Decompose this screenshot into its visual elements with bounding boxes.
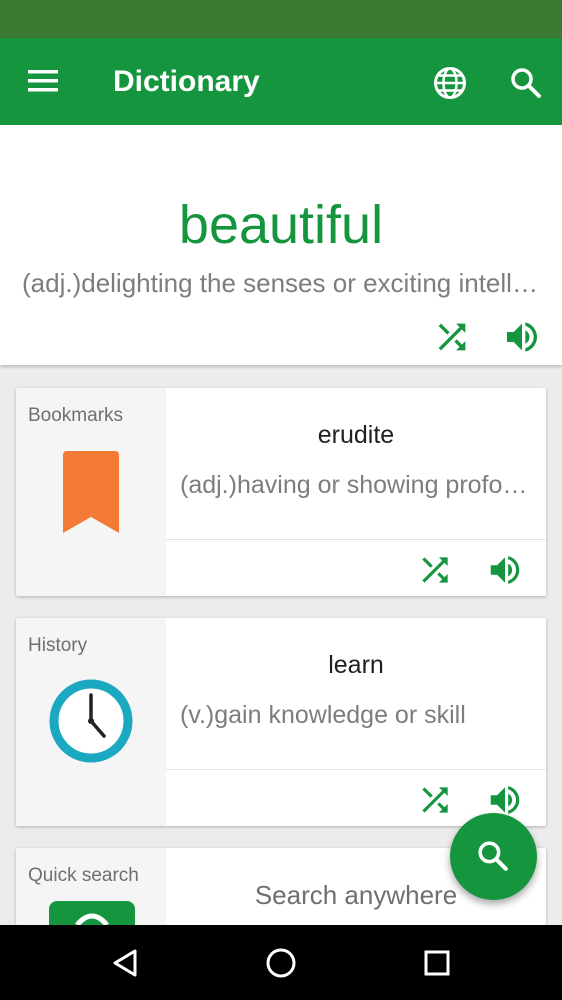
- system-nav-bar: [0, 925, 562, 1000]
- app-bar: Dictionary: [0, 38, 562, 125]
- search-fab[interactable]: [450, 813, 537, 900]
- search-button[interactable]: [506, 63, 546, 103]
- speaker-icon: [490, 556, 520, 584]
- bookmark-icon: [63, 451, 119, 533]
- bookmarks-entry[interactable]: erudite (adj.)having or showing profound…: [166, 388, 546, 596]
- language-button[interactable]: [430, 63, 470, 103]
- history-entry[interactable]: learn (v.)gain knowledge or skill: [166, 618, 546, 826]
- word-of-the-day-card[interactable]: beautiful (adj.)delighting the senses or…: [0, 125, 562, 365]
- history-card[interactable]: History learn (v.)gain knowledge or skil…: [16, 618, 546, 826]
- bookmarks-card[interactable]: Bookmarks erudite (adj.)having or showin…: [16, 388, 546, 596]
- shuffle-icon: [438, 323, 466, 351]
- search-icon: [511, 68, 541, 98]
- app-title: Dictionary: [113, 65, 260, 98]
- bookmarks-speaker-button[interactable]: [486, 551, 524, 589]
- history-shuffle-button[interactable]: [416, 781, 454, 819]
- wotd-word: beautiful: [178, 195, 384, 255]
- search-icon: [478, 841, 508, 871]
- status-bar: [0, 0, 562, 38]
- history-definition: (v.)gain knowledge or skill: [180, 701, 466, 729]
- bookmarks-label: Bookmarks: [28, 405, 124, 426]
- clock-icon: [49, 679, 133, 763]
- divider: [166, 539, 546, 540]
- divider: [166, 769, 546, 770]
- bookmarks-shuffle-button[interactable]: [416, 551, 454, 589]
- globe-icon: [434, 67, 466, 99]
- menu-icon: [28, 70, 58, 92]
- recents-button[interactable]: [417, 943, 457, 983]
- wotd-definition: (adj.)delighting the senses or exciting …: [22, 268, 542, 298]
- back-button[interactable]: [105, 943, 145, 983]
- back-icon: [113, 949, 137, 977]
- shuffle-icon: [422, 557, 448, 583]
- bookmarks-definition: (adj.)having or showing profound knowled…: [180, 471, 532, 499]
- bookmarks-word: erudite: [317, 421, 395, 449]
- speaker-icon: [507, 322, 537, 352]
- shuffle-icon: [422, 787, 448, 813]
- home-icon: [266, 948, 296, 978]
- wotd-speaker-button[interactable]: [502, 317, 542, 357]
- history-word: learn: [328, 651, 384, 679]
- quick-search-label: Quick search: [28, 865, 139, 886]
- quick-search-side[interactable]: Quick search: [16, 848, 166, 925]
- quick-search-app-icon: [49, 901, 135, 925]
- bookmarks-side[interactable]: Bookmarks: [16, 388, 166, 596]
- menu-button[interactable]: [22, 62, 62, 102]
- home-button[interactable]: [261, 943, 301, 983]
- wotd-shuffle-button[interactable]: [432, 317, 472, 357]
- recents-icon: [424, 950, 450, 976]
- history-side[interactable]: History: [16, 618, 166, 826]
- history-label: History: [28, 635, 88, 656]
